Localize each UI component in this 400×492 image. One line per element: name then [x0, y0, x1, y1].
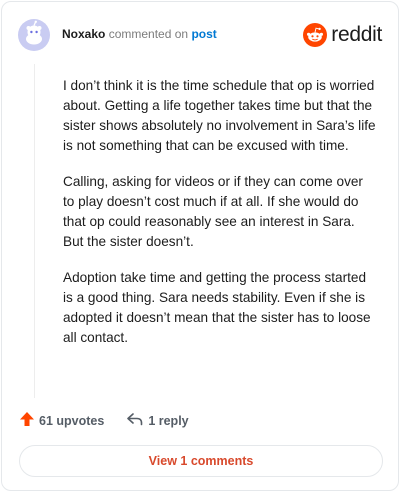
reddit-wordmark: reddit [331, 23, 382, 46]
view-comments-button[interactable]: View 1 comments [19, 445, 383, 477]
comment-paragraph: Adoption take time and getting the proce… [63, 270, 371, 345]
comment-header: Noxako commented on post reddit [18, 19, 382, 53]
comment-body: I don’t think it is the time schedule th… [63, 76, 377, 364]
comment-actions: 61 upvotes 1 reply [19, 410, 189, 432]
view-comments-label: View 1 comments [148, 454, 254, 468]
user-avatar-icon[interactable] [18, 19, 50, 51]
upvote-arrow-icon [19, 411, 35, 432]
reply-count: 1 reply [148, 414, 189, 428]
reply-button[interactable]: 1 reply [126, 411, 189, 432]
reddit-snoo-icon [303, 23, 328, 47]
comment-paragraph: Calling, asking for videos or if they ca… [63, 174, 363, 249]
comment-paragraph: I don’t think it is the time schedule th… [63, 78, 376, 153]
action-text: commented on [108, 27, 189, 41]
comment-byline: Noxako commented on post [62, 27, 217, 41]
upvote-count: 61 upvotes [39, 414, 105, 428]
username[interactable]: Noxako [62, 27, 105, 41]
post-link[interactable]: post [191, 27, 216, 41]
upvote-button[interactable]: 61 upvotes [19, 411, 104, 432]
thread-line [34, 64, 35, 398]
reddit-logo[interactable]: reddit [303, 22, 382, 48]
comment-card: Noxako commented on post reddit I don’t … [1, 1, 399, 491]
reply-arrow-icon [126, 411, 144, 432]
